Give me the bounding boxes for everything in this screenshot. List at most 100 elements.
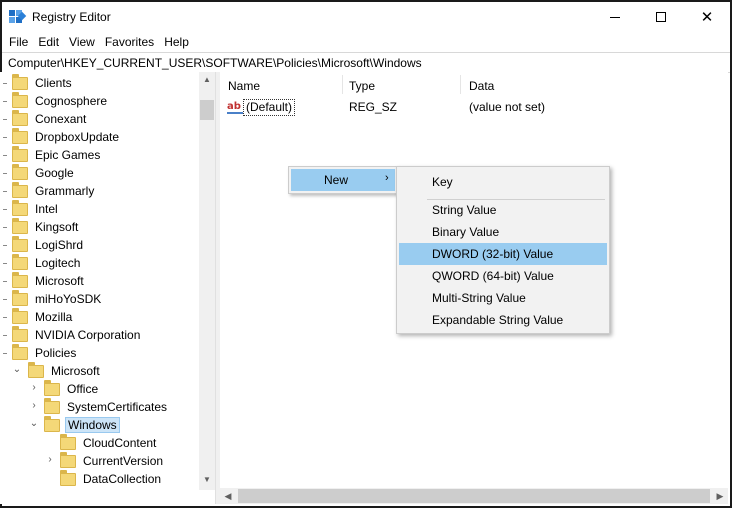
folder-icon (12, 91, 28, 108)
value-type: REG_SZ (349, 100, 398, 114)
tree-connector (3, 227, 7, 228)
chevron-down-icon[interactable]: ⌄ (29, 418, 39, 429)
tree-item-microsoft[interactable]: Microsoft (12, 271, 86, 290)
chevron-right-icon[interactable]: › (29, 400, 39, 411)
tree-item-clients[interactable]: Clients (12, 73, 74, 92)
tree-item-dropboxupdate[interactable]: DropboxUpdate (12, 127, 121, 146)
submenu-expandable-string-value[interactable]: Expandable String Value (399, 309, 607, 331)
close-icon: ✕ (700, 8, 714, 26)
value-name[interactable]: (Default) (243, 99, 296, 116)
column-header-name[interactable]: Name (220, 72, 260, 98)
tree-item-windows[interactable]: Windows (44, 415, 120, 434)
menu-help[interactable]: Help (161, 32, 196, 52)
tree-connector (3, 137, 7, 138)
tree-item-office[interactable]: Office (44, 379, 100, 398)
tree-item-grammarly[interactable]: Grammarly (12, 181, 96, 200)
tree-item-currentversion[interactable]: CurrentVersion (60, 451, 165, 470)
tree-item-cognosphere[interactable]: Cognosphere (12, 91, 109, 110)
window-title: Registry Editor (32, 10, 111, 24)
folder-open-icon (44, 415, 60, 432)
tree-item-kingsoft[interactable]: Kingsoft (12, 217, 80, 236)
list-scroll-thumb[interactable] (238, 489, 710, 503)
folder-icon (44, 379, 60, 396)
minimize-icon (610, 16, 620, 18)
tree-item-logishrd[interactable]: LogiShrd (12, 235, 85, 254)
tree-connector (3, 173, 7, 174)
column-header-type[interactable]: Type (341, 72, 375, 98)
folder-icon (12, 235, 28, 252)
submenu-dword-value[interactable]: DWORD (32-bit) Value (399, 243, 607, 265)
folder-icon (60, 451, 76, 468)
tree-item-conexant[interactable]: Conexant (12, 109, 88, 128)
menu-favorites[interactable]: Favorites (102, 32, 161, 52)
context-menu-new[interactable]: New › (291, 169, 395, 191)
table-row[interactable]: ab (Default) REG_SZ (value not set) (220, 98, 728, 118)
minimize-button[interactable] (592, 2, 638, 32)
folder-icon (12, 127, 28, 144)
tree-item-epic-games[interactable]: Epic Games (12, 145, 102, 164)
submenu-multi-string-value[interactable]: Multi-String Value (399, 287, 607, 309)
folder-icon (12, 289, 28, 306)
tree-item-mihoyosdk[interactable]: miHoYoSDK (12, 289, 103, 308)
folder-icon (12, 163, 28, 180)
tree-connector (3, 317, 7, 318)
address-bar[interactable]: Computer\HKEY_CURRENT_USER\SOFTWARE\Poli… (2, 52, 730, 73)
registry-tree: Clients Cognosphere Conexant DropboxUpda… (0, 72, 215, 490)
chevron-right-icon[interactable]: › (29, 382, 39, 393)
folder-icon (12, 145, 28, 162)
folder-icon (60, 469, 76, 486)
tree-item-google[interactable]: Google (12, 163, 76, 182)
scroll-left-icon[interactable]: ◀ (220, 488, 236, 504)
ab-string-icon: ab (227, 101, 243, 114)
context-menu: New › (288, 166, 398, 194)
tree-vertical-scrollbar[interactable]: ▲ ▼ (199, 72, 215, 490)
folder-icon (12, 217, 28, 234)
registry-editor-app-icon (9, 10, 27, 26)
new-submenu: Key String Value Binary Value DWORD (32-… (396, 166, 610, 334)
menu-edit[interactable]: Edit (35, 32, 66, 52)
menu-file[interactable]: File (6, 32, 35, 52)
tree-connector (3, 83, 7, 84)
maximize-button[interactable] (638, 2, 684, 32)
chevron-right-icon[interactable]: › (45, 454, 55, 465)
submenu-key[interactable]: Key (399, 171, 607, 193)
tree-connector (3, 263, 7, 264)
submenu-qword-value[interactable]: QWORD (64-bit) Value (399, 265, 607, 287)
tree-item-datacollection[interactable]: DataCollection (60, 469, 163, 488)
menu-view[interactable]: View (66, 32, 102, 52)
tree-item-logitech[interactable]: Logitech (12, 253, 82, 272)
column-header-data[interactable]: Data (461, 72, 494, 98)
folder-icon (12, 253, 28, 270)
chevron-down-icon[interactable]: ⌄ (12, 364, 22, 375)
folder-icon (12, 181, 28, 198)
tree-connector (3, 155, 7, 156)
tree-connector (3, 119, 7, 120)
tree-item-cloudcontent[interactable]: CloudContent (60, 433, 158, 452)
tree-connector (3, 299, 7, 300)
menu-bar: File Edit View Favorites Help (2, 32, 730, 52)
tree-connector (3, 281, 7, 282)
folder-icon (12, 325, 28, 342)
tree-scroll-thumb[interactable] (200, 100, 214, 120)
scroll-right-icon[interactable]: ▶ (712, 488, 728, 504)
tree-item-policies[interactable]: Policies (12, 343, 78, 362)
submenu-string-value[interactable]: String Value (399, 199, 607, 221)
folder-open-icon (28, 361, 44, 378)
list-horizontal-scrollbar[interactable]: ◀ ▶ (220, 488, 728, 504)
tree-connector (3, 353, 7, 354)
folder-open-icon (12, 343, 28, 360)
tree-item-systemcertificates[interactable]: SystemCertificates (44, 397, 169, 416)
tree-item-mozilla[interactable]: Mozilla (12, 307, 74, 326)
scroll-up-icon[interactable]: ▲ (199, 72, 215, 88)
tree-item-nvidia-corporation[interactable]: NVIDIA Corporation (12, 325, 142, 344)
tree-connector (3, 191, 7, 192)
chevron-right-icon: › (385, 172, 389, 184)
value-data: (value not set) (469, 100, 546, 114)
folder-icon (12, 73, 28, 90)
folder-icon (12, 307, 28, 324)
close-button[interactable]: ✕ (684, 2, 730, 32)
tree-item-intel[interactable]: Intel (12, 199, 60, 218)
scroll-down-icon[interactable]: ▼ (199, 472, 215, 488)
submenu-binary-value[interactable]: Binary Value (399, 221, 607, 243)
tree-item-policies-microsoft[interactable]: Microsoft (28, 361, 102, 380)
